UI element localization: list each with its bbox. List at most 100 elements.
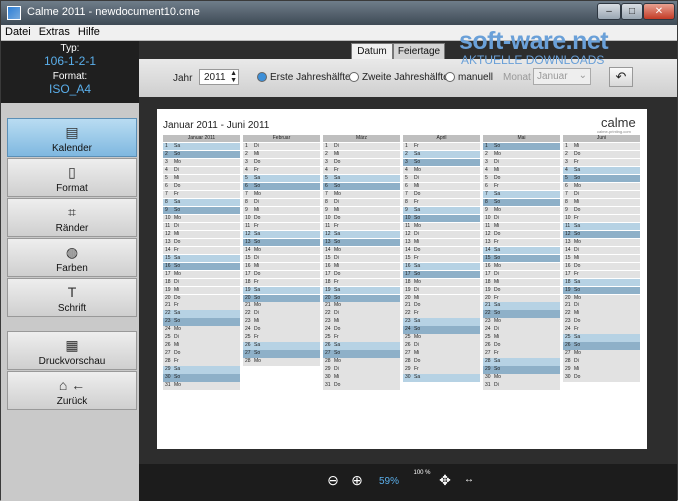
watermark-logo: soft-ware.net xyxy=(459,27,609,55)
preview-area: Januar 2011 - Juni 2011 calme calme-prin… xyxy=(139,97,677,464)
menu-extras[interactable]: Extras xyxy=(35,25,74,38)
typ-value: 106-1-2-1 xyxy=(43,54,97,68)
month-header: Juni xyxy=(563,135,640,142)
minimize-button[interactable]: – xyxy=(597,3,621,20)
day-row: 16 Mi xyxy=(323,262,400,270)
day-row: 18 Sa xyxy=(563,278,640,286)
day-row: 9 Sa xyxy=(403,206,480,214)
zoom-100-button[interactable]: 100 % xyxy=(411,470,433,476)
nav-format[interactable]: ▯ Format xyxy=(7,158,137,197)
radio-first-half[interactable] xyxy=(257,72,267,82)
nav-druckvorschau[interactable]: ▦ Druckvorschau xyxy=(7,331,137,370)
nav-raender[interactable]: ⌗ Ränder xyxy=(7,198,137,237)
nav-farben[interactable]: ◍ Farben xyxy=(7,238,137,277)
day-row: 12 Di xyxy=(403,230,480,238)
day-row: 22 Sa xyxy=(163,310,240,318)
app-icon xyxy=(7,6,21,20)
zoom-out-icon[interactable]: ⊖ xyxy=(323,470,343,490)
maximize-button[interactable]: □ xyxy=(621,3,643,20)
typ-label: Typ: xyxy=(60,43,80,54)
day-row: 17 Do xyxy=(323,270,400,278)
day-row: 21 Mo xyxy=(323,302,400,310)
calendar-icon: ▤ xyxy=(65,124,79,140)
day-row: 20 Mo xyxy=(563,294,640,302)
calendar-logo: calme xyxy=(601,115,636,130)
day-row: 1 Sa xyxy=(163,142,240,150)
nav-schrift[interactable]: T Schrift xyxy=(7,278,137,317)
day-row: 5 Sa xyxy=(323,174,400,182)
day-row: 1 Di xyxy=(243,142,320,150)
day-row: 21 Mo xyxy=(243,302,320,310)
day-row: 10 Do xyxy=(243,214,320,222)
day-row: 23 Do xyxy=(563,318,640,326)
fit-width-icon[interactable]: ↔ xyxy=(459,470,479,490)
day-row: 5 Do xyxy=(483,174,560,182)
day-row: 17 Mo xyxy=(163,270,240,278)
day-row: 12 So xyxy=(563,230,640,238)
day-row: 3 Do xyxy=(323,158,400,166)
calendar-page: Januar 2011 - Juni 2011 calme calme-prin… xyxy=(157,109,647,449)
window-title: Calme 2011 - newdocument10.cme xyxy=(27,6,200,18)
day-row: 13 So xyxy=(243,238,320,246)
day-row: 19 Mi xyxy=(163,286,240,294)
reset-button[interactable]: ↶ xyxy=(609,67,633,87)
day-row: 11 Mi xyxy=(483,222,560,230)
back-icon: ⌂ ← xyxy=(58,377,86,393)
radio-manual[interactable] xyxy=(445,72,455,82)
info-box: Typ: 106-1-2-1 Format: ISO_A4 xyxy=(1,41,139,103)
nav-zurueck[interactable]: ⌂ ← Zurück xyxy=(7,371,137,410)
day-row: 2 Mi xyxy=(243,150,320,158)
close-button[interactable]: ✕ xyxy=(643,3,675,20)
format-icon: ▯ xyxy=(68,164,76,180)
radio-manual-label: manuell xyxy=(458,72,494,83)
day-row: 27 So xyxy=(323,350,400,358)
day-row: 18 Fr xyxy=(243,278,320,286)
day-row: 31 Di xyxy=(483,382,560,390)
month-header: April xyxy=(403,135,480,142)
tab-feiertage[interactable]: Feiertage xyxy=(393,43,445,59)
tab-datum[interactable]: Datum xyxy=(351,43,393,59)
day-row: 9 So xyxy=(163,206,240,214)
day-row: 21 Fr xyxy=(163,302,240,310)
day-row: 21 Sa xyxy=(483,302,560,310)
day-row: 12 Sa xyxy=(243,230,320,238)
day-row: 14 Do xyxy=(403,246,480,254)
spinner-arrows-icon[interactable]: ▲ ▼ xyxy=(230,70,237,84)
day-row: 8 Sa xyxy=(163,198,240,206)
menu-datei[interactable]: Datei xyxy=(1,25,35,38)
day-row: 19 So xyxy=(563,286,640,294)
day-row: 30 Mo xyxy=(483,374,560,382)
month-header: Mai xyxy=(483,135,560,142)
day-row: 24 Do xyxy=(323,326,400,334)
day-row: 29 So xyxy=(483,366,560,374)
month-column: April 1 Fr 2 Sa 3 So 4 Mo 5 Di 6 Mi 7 Do 8 Fr 9 Sa 10 So 11 Mo… xyxy=(403,135,480,382)
day-row: 24 Mo xyxy=(163,326,240,334)
month-column: Februar 1 Di 2 Mi 3 Do 4 Fr 5 Sa 6 So 7 Mo 8 Di 9 Mi 10 Do 11… xyxy=(243,135,320,366)
day-row: 22 Di xyxy=(243,310,320,318)
day-row: 26 Do xyxy=(483,342,560,350)
margins-icon: ⌗ xyxy=(68,204,76,220)
radio-second-half[interactable] xyxy=(349,72,359,82)
day-row: 25 Sa xyxy=(563,334,640,342)
zoom-in-icon[interactable]: ⊕ xyxy=(347,470,367,490)
day-row: 15 Mi xyxy=(563,254,640,262)
month-header: Januar 2011 xyxy=(163,135,240,142)
day-row: 29 Sa xyxy=(163,366,240,374)
watermark-subtitle: AKTUELLE DOWNLOADS xyxy=(461,53,605,67)
day-row: 20 So xyxy=(323,294,400,302)
day-row: 2 Mo xyxy=(483,150,560,158)
nav-kalender[interactable]: ▤ Kalender xyxy=(7,118,137,157)
month-column: März 1 Di 2 Mi 3 Do 4 Fr 5 Sa 6 So 7 Mo 8 Di 9 Mi 10 Do 11 Fr 1… xyxy=(323,135,400,390)
day-row: 17 So xyxy=(403,270,480,278)
app-window: Calme 2011 - newdocument10.cme – □ ✕ Dat… xyxy=(0,0,678,501)
day-row: 23 Sa xyxy=(403,318,480,326)
day-row: 22 Fr xyxy=(403,310,480,318)
day-row: 31 Do xyxy=(323,382,400,390)
menu-hilfe[interactable]: Hilfe xyxy=(74,25,104,38)
day-row: 4 Sa xyxy=(563,166,640,174)
year-spinner[interactable]: 2011 ▲ ▼ xyxy=(199,69,239,85)
day-row: 30 Sa xyxy=(403,374,480,382)
day-row: 17 Di xyxy=(483,270,560,278)
fit-page-icon[interactable]: ✥ xyxy=(435,470,455,490)
month-select[interactable]: Januar ⌄ xyxy=(533,68,591,85)
